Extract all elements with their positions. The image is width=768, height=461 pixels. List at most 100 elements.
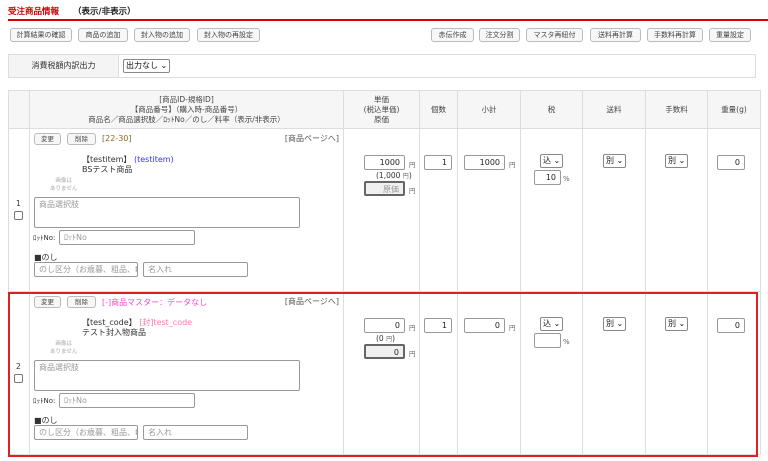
delete-button[interactable]: 削除 (67, 296, 96, 308)
shipping-value: 別 (606, 319, 614, 328)
product-option-textarea[interactable]: 商品選択肢 (34, 197, 300, 228)
product-page-link[interactable]: [商品ページへ] (285, 296, 339, 307)
percent-unit: % (563, 338, 570, 346)
weight-setting-button[interactable]: 重量設定 (709, 28, 751, 42)
qty-cell: 1 (419, 128, 458, 292)
shipping-select[interactable]: 別 ⌄ (603, 154, 627, 168)
product-cell: 変更 削除 [22-30] [商品ページへ] 【testitem】 (testi… (29, 128, 344, 292)
table-row: 1 変更 削除 [22-30] [商品ページへ] 【testitem】 (tes… (8, 128, 761, 292)
col-subtotal: 小計 (457, 90, 521, 129)
purchase-code[interactable]: (testitem) (134, 155, 174, 164)
yen-unit: 円 (409, 350, 416, 358)
subtotal-input[interactable]: 0 (464, 318, 505, 333)
product-page-link[interactable]: [商品ページへ] (285, 133, 339, 144)
change-button[interactable]: 変更 (34, 133, 61, 145)
qty-cell: 1 (419, 291, 458, 455)
row-select-cell: 1 (8, 128, 30, 292)
title-text: 受注商品情報 (8, 7, 60, 17)
product-option-textarea[interactable]: 商品選択肢 (34, 360, 300, 391)
lot-label: ﾛｯﾄNo: (33, 234, 56, 242)
weight-cell: 0 (707, 128, 761, 292)
tax-price-value: (1,000 (376, 171, 401, 180)
tax-cell: 込 ⌄ 10% (520, 128, 583, 292)
unit-price-input[interactable]: 0 (364, 318, 405, 333)
col-fee: 手数料 (645, 90, 708, 129)
tax-type-select[interactable]: 込 ⌄ (540, 154, 564, 168)
shipping-cell: 別 ⌄ (582, 128, 646, 292)
no-image-placeholder: 画像は ありません (50, 340, 77, 356)
add-product-button[interactable]: 商品の追加 (78, 28, 128, 42)
fee-value: 別 (668, 319, 676, 328)
table-row: 2 変更 削除 [-]商品マスター：データなし [商品ページへ] 【test_c… (8, 291, 761, 455)
noshi-type-input[interactable]: のし区分（お歳暮、粗品、Þ (34, 262, 138, 277)
delete-button[interactable]: 削除 (67, 133, 96, 145)
header-line: [商品ID-規格ID] (159, 94, 214, 104)
toggle-visibility-link[interactable]: （表示/非表示） (73, 7, 136, 17)
tax-rate-input[interactable] (534, 333, 561, 348)
subtotal-cell: 0円 (457, 291, 521, 455)
weight-input[interactable]: 0 (717, 318, 745, 333)
shipping-select[interactable]: 別 ⌄ (603, 317, 627, 331)
yen-unit: 円 (409, 161, 416, 169)
tax-cell: 込 ⌄% (520, 291, 583, 455)
col-price: 単価 (税込単価) 原価 (343, 90, 420, 129)
weight-input[interactable]: 0 (717, 155, 745, 170)
unit-price-input[interactable]: 1000 (364, 155, 405, 170)
table-header: [商品ID-規格ID] 【商品番号】（購入時-商品番号） 商品名／商品選択肢／ﾛｯﾄ… (8, 90, 761, 129)
divider (8, 19, 768, 21)
yen-unit: 円 (409, 324, 416, 332)
row-select-cell: 2 (8, 291, 30, 455)
no-image-line: 画像は (55, 341, 72, 347)
master-relink-button[interactable]: マスタ再紐付 (526, 28, 583, 42)
percent-unit: % (563, 175, 570, 183)
qty-input[interactable]: 1 (424, 155, 452, 170)
header-line: 【商品番号】（購入時-商品番号） (130, 104, 243, 114)
tax-included-price: (0 円) (376, 334, 395, 343)
recalc-shipping-button[interactable]: 送料再計算 (590, 28, 641, 42)
no-image-placeholder: 画像は ありません (50, 177, 77, 193)
product-code-text: 【test_code】 (82, 318, 137, 327)
row-checkbox[interactable] (14, 211, 23, 220)
yen-unit: 円 (509, 161, 516, 169)
col-tax: 税 (520, 90, 583, 129)
col-product: [商品ID-規格ID] 【商品番号】（購入時-商品番号） 商品名／商品選択肢／ﾛｯﾄ… (29, 90, 344, 129)
tax-type-value: 込 (543, 319, 551, 328)
row-checkbox[interactable] (14, 374, 23, 383)
fee-cell: 別 ⌄ (645, 128, 708, 292)
no-image-line: 画像は (55, 178, 72, 184)
tax-included-price: (1,000 円) (376, 171, 412, 180)
tax-type-select[interactable]: 込 ⌄ (540, 317, 564, 331)
col-shipping: 送料 (582, 90, 646, 129)
recalc-fee-button[interactable]: 手数料再計算 (647, 28, 703, 42)
tax-output-value: 出力なし (126, 61, 158, 70)
confirm-calc-button[interactable]: 計算結果の確認 (10, 28, 72, 42)
add-enclosure-button[interactable]: 封入物の追加 (134, 28, 190, 42)
subtotal-input[interactable]: 1000 (464, 155, 505, 170)
lot-input[interactable]: ﾛｯﾄNo (59, 230, 195, 245)
price-cell: 0 円 (0 円) 0 円 (343, 291, 420, 455)
fee-select[interactable]: 別 ⌄ (665, 317, 689, 331)
purchase-code[interactable]: [封]test_code (139, 318, 192, 327)
price-cell: 1000 円 (1,000 円) 原価 円 (343, 128, 420, 292)
name-input[interactable]: 名入れ (143, 425, 248, 440)
shipping-cell: 別 ⌄ (582, 291, 646, 455)
header-line: 商品名／商品選択肢／ﾛｯﾄNo／のし／料率（表示/非表示） (88, 114, 285, 124)
lot-input[interactable]: ﾛｯﾄNo (59, 393, 195, 408)
split-order-button[interactable]: 注文分割 (479, 28, 520, 42)
name-input[interactable]: 名入れ (143, 262, 248, 277)
noshi-type-input[interactable]: のし区分（お歳暮、粗品、Þ (34, 425, 138, 440)
product-name: テスト封入物商品 (82, 328, 146, 337)
red-slip-button[interactable]: 赤伝作成 (431, 28, 474, 42)
header-line: 原価 (374, 114, 389, 124)
cost-input[interactable]: 0 (364, 344, 405, 359)
tax-rate-input[interactable]: 10 (534, 170, 561, 185)
fee-select[interactable]: 別 ⌄ (665, 154, 689, 168)
qty-input[interactable]: 1 (424, 318, 452, 333)
cost-input[interactable]: 原価 (364, 181, 405, 196)
reset-enclosure-button[interactable]: 封入物の再設定 (197, 28, 260, 42)
tax-output-select[interactable]: 出力なし ⌄ (123, 59, 171, 73)
no-image-line: ありません (50, 349, 78, 355)
change-button[interactable]: 変更 (34, 296, 61, 308)
paren: ) (392, 334, 396, 343)
weight-cell: 0 (707, 291, 761, 455)
